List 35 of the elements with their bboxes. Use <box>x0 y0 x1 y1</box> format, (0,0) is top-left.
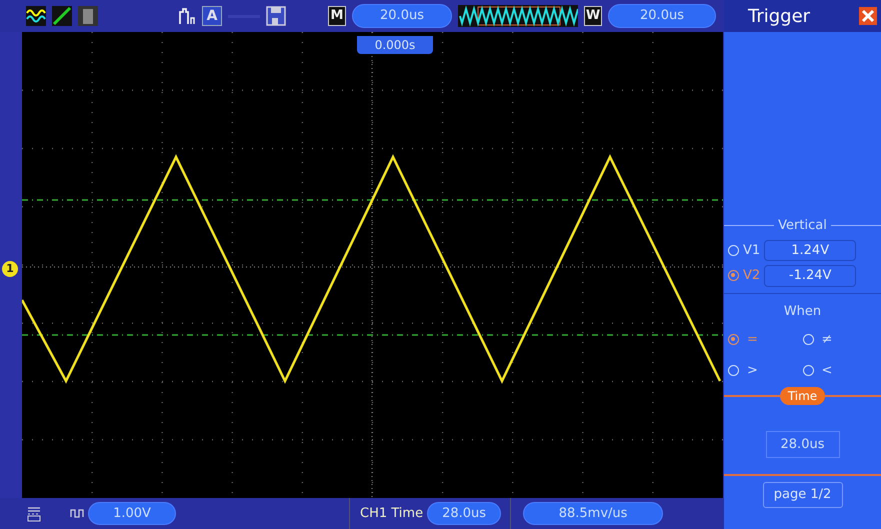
radio-button[interactable] <box>728 270 739 282</box>
slope-value: 88.5mv/us <box>523 502 664 526</box>
window-timebase-value: 20.0us <box>608 4 716 28</box>
panel-title: Trigger <box>748 4 810 28</box>
trigger-edge-icon[interactable] <box>178 6 196 26</box>
close-icon[interactable] <box>859 7 877 25</box>
condition-label: > <box>747 362 758 380</box>
waveform-icon[interactable] <box>26 6 46 26</box>
condition-label: = <box>747 330 758 348</box>
page-button[interactable]: page 1/2 <box>762 482 842 508</box>
section-heading: When <box>784 304 822 318</box>
bandwidth-icon <box>70 506 84 520</box>
main-timebase-label: M <box>328 6 346 26</box>
cursor-label: V1 <box>743 242 760 260</box>
line-icon[interactable] <box>52 6 72 26</box>
timebase-value: 20.0us <box>352 4 452 28</box>
measure-label: CH1 Time <box>360 504 424 523</box>
trigger-position-marker: 0.000s <box>357 36 433 54</box>
cursor-value-field[interactable]: -1.24V <box>764 265 856 286</box>
condition-label: < <box>822 362 832 380</box>
time-value-field[interactable]: 28.0us <box>766 430 840 458</box>
picture-icon[interactable] <box>78 6 98 26</box>
save-icon[interactable] <box>266 6 286 26</box>
condition-label: ≠ <box>822 330 832 348</box>
radio-button[interactable] <box>728 334 739 345</box>
section-heading: Vertical <box>778 217 827 235</box>
cursor-label: V2 <box>743 267 760 285</box>
channel-scale-value: 1.00V <box>88 502 176 526</box>
channel-marker: 1 <box>2 261 18 277</box>
section-heading: Time <box>780 386 826 404</box>
acquire-mode-label[interactable]: A <box>202 6 222 26</box>
cursor-value-field[interactable]: 1.24V <box>764 240 856 261</box>
measure-value: 28.0us <box>427 502 502 526</box>
window-timebase-label: W <box>584 6 602 26</box>
coupling-icon <box>26 506 42 522</box>
